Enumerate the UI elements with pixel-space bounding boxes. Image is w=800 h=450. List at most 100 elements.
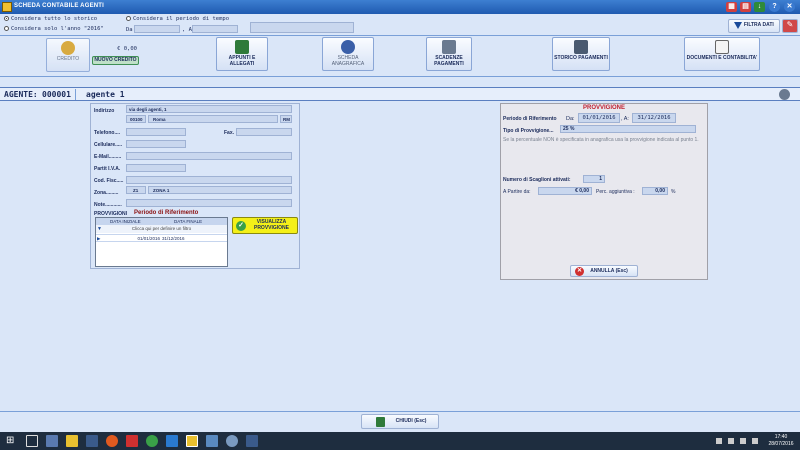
provvigione-title: PROVVIGIONE [582,105,625,111]
start-icon[interactable]: ⊞ [6,435,18,447]
active-app-icon[interactable] [186,435,198,447]
option-periodo[interactable]: Considera il periodo di tempo [126,16,229,22]
option-storico-all[interactable]: Considera tutto lo storico [4,16,97,22]
ribbon-appunti[interactable]: APPUNTI E ALLEGATI [216,37,268,71]
row-pointer-icon: ▶ [97,236,101,241]
clock-date[interactable]: 28/07/2016 [766,441,796,447]
perc-field[interactable]: 0,00 [642,187,668,195]
ribbon-documenti[interactable]: DOCUMENTI E CONTABILITA' [684,37,760,71]
col-end-header: DATA FINALE [174,219,203,224]
filter-icon: ▼ [97,226,102,232]
cap-field[interactable]: 00100 [126,115,146,123]
agent-name: agente 1 [86,90,125,99]
volume-icon[interactable] [740,438,746,444]
telefono-label: Telefono.... [94,130,121,136]
fax-label: Fax. [224,130,235,136]
window-title: SCHEDA CONTABILE AGENTI [14,3,105,9]
app-icon [2,2,12,12]
app-icon[interactable] [126,435,138,447]
piva-label: Partit I.V.A. [94,166,121,172]
filter-button[interactable]: FILTRA DATI [728,19,780,33]
citta-field[interactable]: Roma [148,115,278,123]
agent-bar: AGENTE: 000001 agente 1 [0,87,800,101]
cancel-icon: ✕ [575,267,584,276]
fax-field[interactable] [236,128,292,136]
da-field[interactable]: 01/01/2016 [578,113,620,123]
calculator-icon[interactable]: ▤ [740,2,751,12]
title-bar: SCHEDA CONTABILE AGENTI ▦ ▤ ↓ ? ✕ [0,0,800,14]
view-provvigione-button[interactable]: ✓ VISUALIZZA PROVVIGIONE [232,217,298,234]
filter-row[interactable]: ▼ Clicca qui per definire un filtro [96,225,227,233]
ribbon-anagrafica[interactable]: SCHEDA ANAGRAFICA [322,37,374,71]
app-icon[interactable] [206,435,218,447]
tray-icon[interactable] [716,438,722,444]
app-icon[interactable] [86,435,98,447]
task-view-icon[interactable] [26,435,38,447]
note-field[interactable] [126,199,292,207]
cellulare-field[interactable] [126,140,186,148]
calendar-icon[interactable]: ▦ [726,2,737,12]
ribbon-storico[interactable]: STORICO PAGAMENTI [552,37,610,71]
zona-code-field[interactable]: Z1 [126,186,146,194]
partire-field[interactable]: € 0,00 [538,187,592,195]
scaglioni-field[interactable]: 1 [583,175,605,183]
user-search-icon[interactable] [779,89,790,100]
ribbon-label: SCHEDA ANAGRAFICA [331,55,365,67]
ribbon-label: SCADENZE PAGAMENTI [434,55,464,67]
network-icon[interactable] [728,438,734,444]
periodo-label: Periodo di Riferimento [503,116,557,122]
keyboard-icon[interactable] [752,438,758,444]
app-icon[interactable] [246,435,258,447]
new-credit-button[interactable]: NUOVO CREDITO [92,56,139,65]
app-icon[interactable] [226,435,238,447]
filter-hint: Clicca qui per definire un filtro [131,226,192,231]
table-row[interactable]: ▶ 01/01/2016 31/12/2016 [96,234,227,242]
download-icon[interactable]: ↓ [754,2,765,12]
chrome-icon[interactable] [146,435,158,447]
a-field[interactable]: 31/12/2016 [632,113,676,123]
help-icon[interactable]: ? [769,2,780,12]
tipo-field[interactable]: 25 % [560,125,696,133]
view-btn-label: VISUALIZZA PROVVIGIONE [253,219,289,231]
indirizzo-field[interactable]: via degli agenti, 1 [126,105,292,113]
codfisc-field[interactable] [126,176,292,184]
info-note: Se la percentuale NON è specificata in a… [503,137,699,143]
edge-icon[interactable] [166,435,178,447]
annulla-button[interactable]: ✕ ANNULLA (Esc) [570,265,638,277]
radio-icon [4,16,9,21]
invoice-icon [715,40,729,54]
date-to-input[interactable] [192,25,238,33]
row-start: 01/01/2016 [137,236,160,241]
exit-icon [376,417,385,427]
periodo-title: Periodo di Riferimento [134,210,199,216]
edit-button[interactable]: ✎ [782,19,798,33]
agent-code: 000001 [42,90,71,99]
clock-time[interactable]: 17:40 [770,434,792,440]
annulla-label: ANNULLA (Esc) [590,268,628,274]
option-storico-year[interactable]: Considera solo l'anno "2016" [4,26,104,32]
firefox-icon[interactable] [106,435,118,447]
perc-label: Perc. aggiuntiva : [596,189,635,195]
credito-button[interactable]: CREDITO [46,38,90,72]
telefono-field[interactable] [126,128,186,136]
close-icon[interactable]: ✕ [784,2,795,12]
ribbon-label: DOCUMENTI E CONTABILITA' [686,55,758,61]
da-label: Da [126,27,133,33]
email-field[interactable] [126,152,292,160]
chiudi-label: CHIUDI (Esc) [395,418,427,424]
prov-field[interactable]: RM [280,115,292,123]
chiudi-button[interactable]: CHIUDI (Esc) [361,414,439,429]
col-start-header: DATA INIZIALE [110,219,141,224]
explorer-icon[interactable] [66,435,78,447]
zona-label: Zona......... [94,190,119,196]
taskbar: ⊞ 17:40 28/07/2016 [0,432,800,450]
filter-label: FILTRA DATI [743,22,774,28]
ribbon-scadenze[interactable]: SCADENZE PAGAMENTI [426,37,472,71]
app-icon[interactable] [46,435,58,447]
zona-name-field[interactable]: ZONA 1 [148,186,292,194]
pencil-icon: ✎ [786,20,794,29]
a-label: , A: [621,116,629,122]
date-from-input[interactable] [134,25,180,33]
piva-field[interactable] [126,164,186,172]
indirizzo-label: Indirizzo [94,108,115,114]
